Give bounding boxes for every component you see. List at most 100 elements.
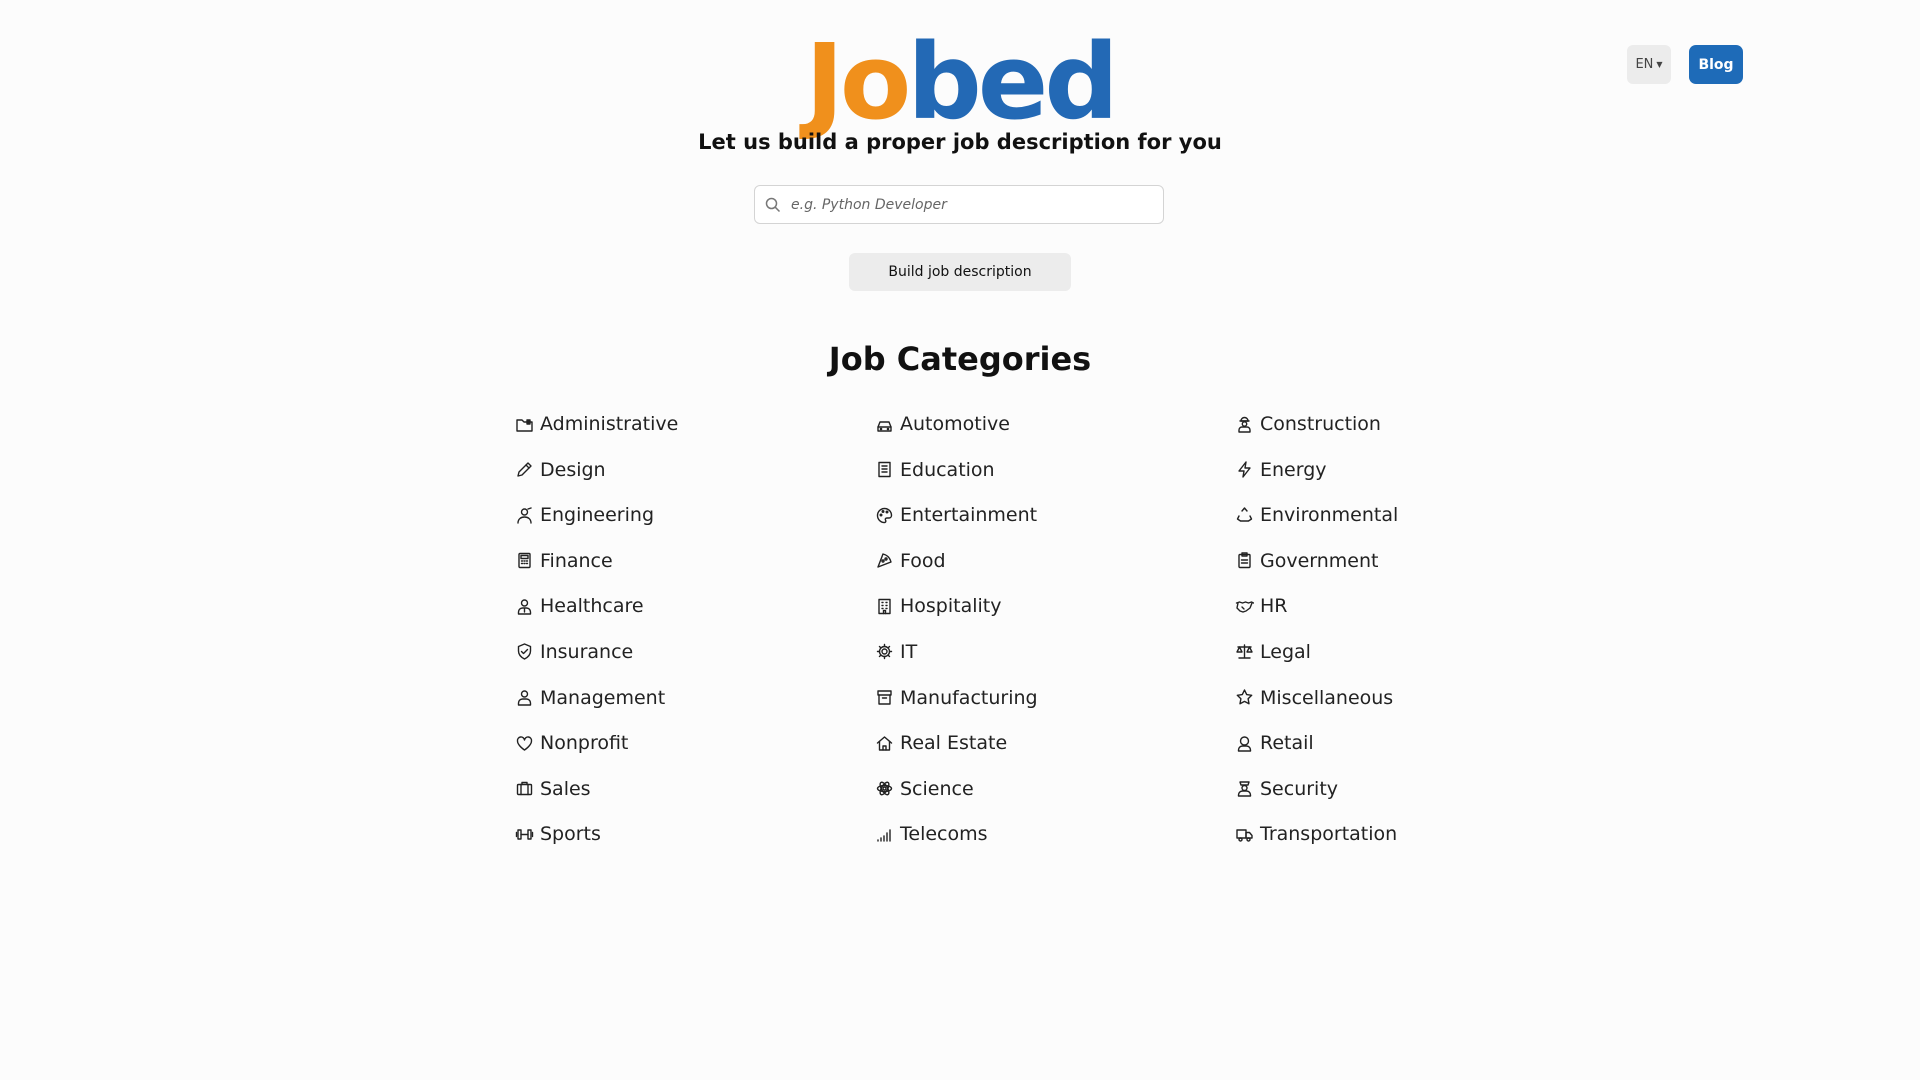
category-science[interactable]: Science [875,775,1235,803]
category-label: Science [900,777,974,800]
category-food[interactable]: Food [875,547,1235,575]
category-security[interactable]: Security [1235,775,1415,803]
pizza-icon [875,551,894,570]
bolt-icon [1235,460,1254,479]
shopper-icon [1235,734,1254,753]
dumbbell-icon [515,825,534,844]
caret-down-icon: ▼ [1656,60,1663,69]
truck-icon [1235,825,1254,844]
tagline: Let us build a proper job description fo… [698,130,1222,154]
category-label: Retail [1260,732,1314,755]
doctor-icon [515,597,534,616]
category-sales[interactable]: Sales [515,775,875,803]
category-manufacturing[interactable]: Manufacturing [875,684,1235,712]
category-it[interactable]: IT [875,638,1235,666]
category-design[interactable]: Design [515,456,875,484]
star-icon [1235,688,1254,707]
logo-part-orange: Jo [805,21,911,143]
category-label: Entertainment [900,504,1038,527]
language-label: EN [1635,57,1654,72]
category-entertainment[interactable]: Entertainment [875,501,1235,529]
category-label: Real Estate [900,732,1008,755]
category-label: Automotive [900,413,1010,435]
category-transportation[interactable]: Transportation [1235,820,1415,848]
category-label: Sports [540,823,601,846]
archive-icon [875,688,894,707]
search-icon [765,196,783,214]
category-label: Insurance [540,640,634,663]
category-environmental[interactable]: Environmental [1235,501,1415,529]
category-healthcare[interactable]: Healthcare [515,592,875,620]
category-label: Nonprofit [540,732,629,755]
category-construction[interactable]: Construction [1235,410,1415,438]
category-finance[interactable]: Finance [515,547,875,575]
job-title-input[interactable] [789,195,1163,214]
category-real-estate[interactable]: Real Estate [875,729,1235,757]
category-label: Engineering [540,504,654,527]
category-label: Administrative [540,413,679,435]
handshake-icon [1235,597,1254,616]
palette-icon [875,506,894,525]
category-label: HR [1260,595,1288,618]
job-categories-heading: Job Categories [828,340,1092,378]
calculator-icon [515,551,534,570]
logo-part-blue: bed [907,21,1118,143]
manager-icon [515,688,534,707]
category-label: Sales [540,777,591,800]
atom-icon [875,779,894,798]
category-telecoms[interactable]: Telecoms [875,820,1235,848]
category-label: Food [900,549,946,572]
category-label: Environmental [1260,504,1399,527]
category-management[interactable]: Management [515,684,875,712]
category-label: Telecoms [900,823,988,846]
category-engineering[interactable]: Engineering [515,501,875,529]
category-miscellaneous[interactable]: Miscellaneous [1235,684,1415,712]
category-label: Security [1260,777,1339,800]
build-job-description-button[interactable]: Build job description [849,253,1071,291]
category-label: Transportation [1260,823,1398,846]
category-label: Hospitality [900,595,1002,618]
category-label: Design [540,458,606,481]
category-government[interactable]: Government [1235,547,1415,575]
heart-icon [515,734,534,753]
category-retail[interactable]: Retail [1235,729,1415,757]
category-hr[interactable]: HR [1235,592,1415,620]
category-label: Manufacturing [900,686,1038,709]
house-icon [875,734,894,753]
guard-icon [1235,779,1254,798]
category-label: Legal [1260,640,1311,663]
category-automotive[interactable]: Automotive [875,410,1235,438]
gear-icon [875,642,894,661]
briefcase-icon [515,779,534,798]
engineer-icon [515,506,534,525]
category-legal[interactable]: Legal [1235,638,1415,666]
pencil-icon [515,460,534,479]
language-selector[interactable]: EN ▼ [1627,45,1671,84]
category-label: Management [540,686,666,709]
signal-icon [875,825,894,844]
category-label: Healthcare [540,595,644,618]
folder-icon [515,415,534,434]
category-education[interactable]: Education [875,456,1235,484]
category-energy[interactable]: Energy [1235,456,1415,484]
car-icon [875,415,894,434]
book-icon [875,460,894,479]
categories-grid: Administrative Automotive Construction Desi… [515,410,1415,866]
category-label: IT [900,640,918,663]
category-insurance[interactable]: Insurance [515,638,875,666]
category-administrative[interactable]: Administrative [515,410,875,438]
clipboard-icon [1235,551,1254,570]
category-nonprofit[interactable]: Nonprofit [515,729,875,757]
category-label: Finance [540,549,613,572]
category-sports[interactable]: Sports [515,820,875,848]
category-label: Government [1260,549,1379,572]
blog-button[interactable]: Blog [1689,45,1743,84]
category-label: Construction [1260,413,1381,435]
worker-icon [1235,415,1254,434]
search-box [754,185,1164,224]
scale-icon [1235,642,1254,661]
category-label: Energy [1260,458,1327,481]
category-hospitality[interactable]: Hospitality [875,592,1235,620]
recycle-icon [1235,506,1254,525]
hotel-icon [875,597,894,616]
